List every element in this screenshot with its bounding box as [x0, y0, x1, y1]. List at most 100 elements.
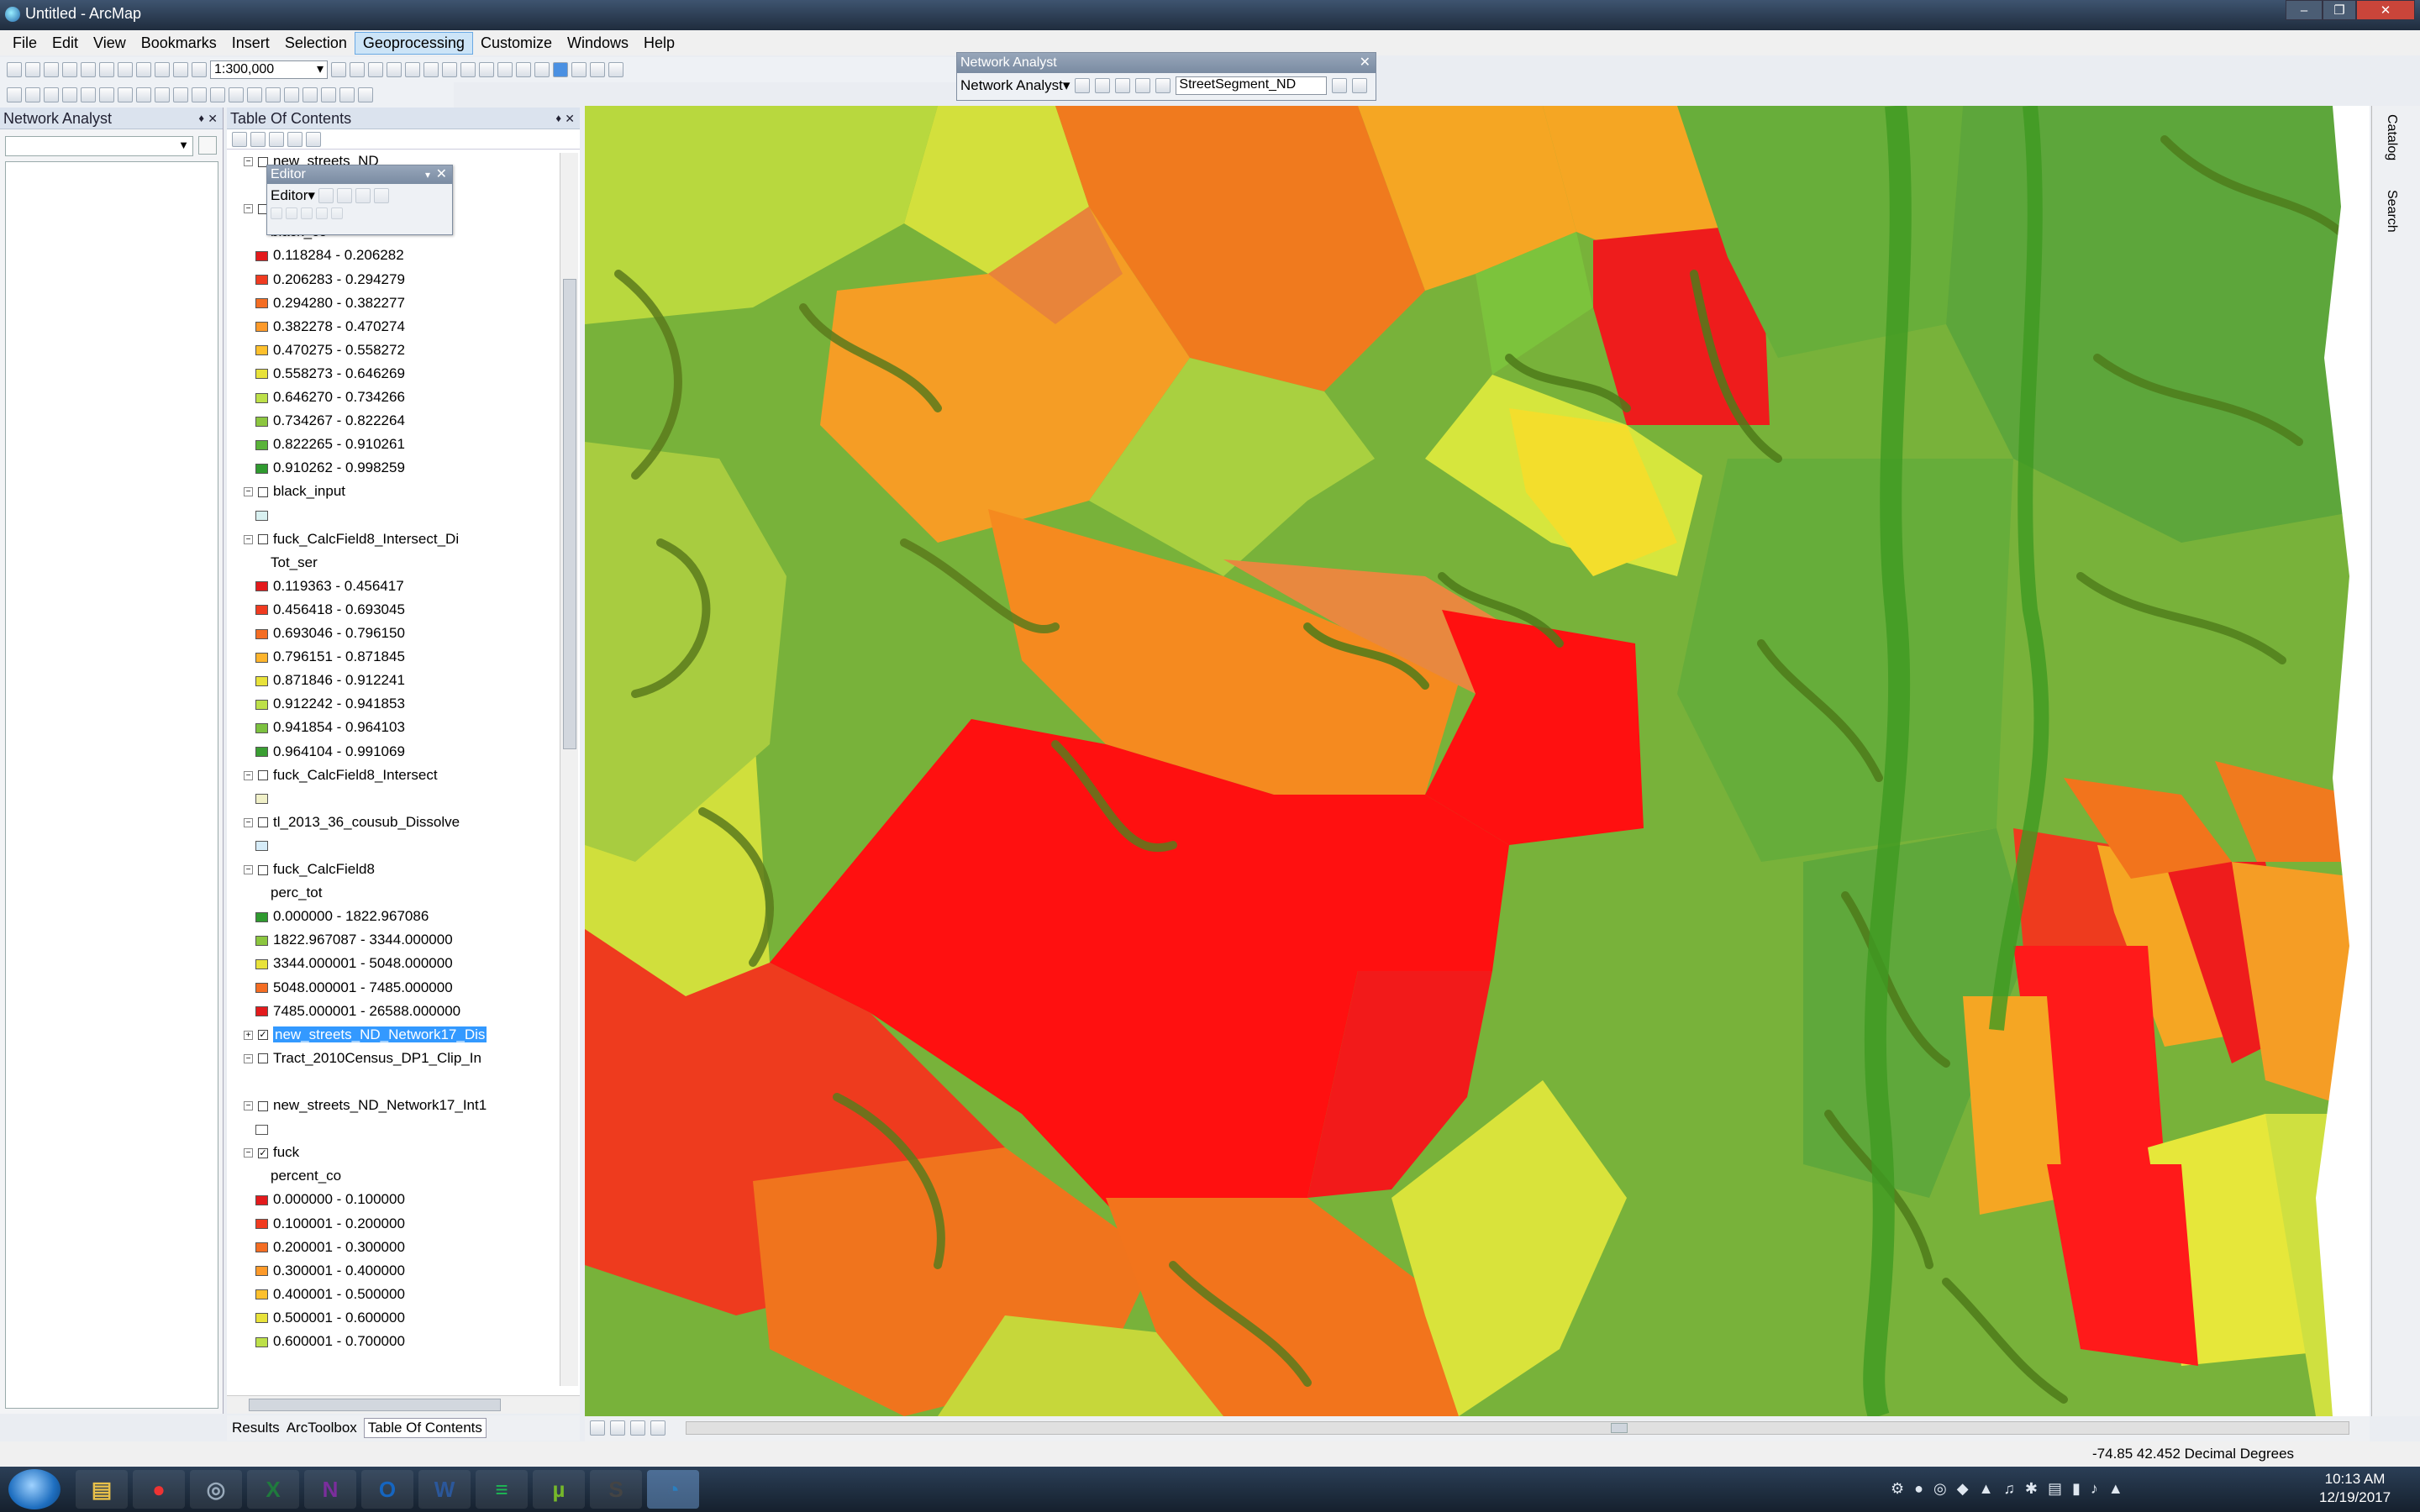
go-to-xy-icon[interactable] — [321, 87, 336, 102]
maximize-button[interactable]: ❐ — [2323, 0, 2356, 20]
layer-visibility-checkbox[interactable] — [258, 864, 268, 875]
legend-swatch[interactable] — [255, 322, 268, 333]
legend-class[interactable]: 0.693046 - 0.796150 — [255, 622, 405, 645]
legend-swatch[interactable] — [255, 841, 268, 852]
toc-vertical-scrollbar[interactable] — [560, 153, 578, 1386]
network-analyst-menu[interactable]: Network Analyst▾ — [960, 77, 1070, 94]
clock[interactable]: 10:13 AM 12/19/2017 — [2319, 1470, 2391, 1507]
taskbar-spotify-icon[interactable]: ≡ — [476, 1470, 528, 1509]
toc-layer-list[interactable]: −new_streets_NDEdges−black_coblack_co0.1… — [227, 153, 556, 1386]
collapse-icon[interactable]: − — [244, 817, 253, 827]
trace-icon[interactable] — [479, 62, 494, 77]
menu-view[interactable]: View — [86, 33, 134, 54]
viewer-icon[interactable] — [358, 87, 373, 102]
data-view-icon[interactable] — [590, 1420, 605, 1436]
layer-visibility-checkbox[interactable] — [258, 770, 268, 781]
legend-class[interactable] — [255, 504, 273, 528]
identify-icon[interactable] — [210, 87, 225, 102]
legend-class[interactable]: 0.796151 - 0.871845 — [255, 645, 405, 669]
legend-swatch[interactable] — [255, 392, 268, 403]
taskbar-onenote-icon[interactable]: N — [304, 1470, 356, 1509]
collapse-icon[interactable]: − — [244, 534, 253, 544]
taskbar-explorer-icon[interactable]: ▤ — [76, 1470, 128, 1509]
end-point-arc-icon[interactable] — [373, 188, 389, 203]
cut-icon[interactable] — [81, 62, 96, 77]
editor-toolbar-titlebar[interactable]: Editor ▾ ✕ — [267, 165, 452, 184]
network-icon[interactable]: ▤ — [2048, 1480, 2062, 1498]
scrollbar-thumb[interactable] — [1611, 1423, 1628, 1433]
pin-icon[interactable]: ♦ — [555, 108, 561, 129]
spotify-tray-icon[interactable]: ♫ — [2003, 1480, 2015, 1498]
search-tab[interactable]: Search — [2384, 190, 2399, 233]
legend-class[interactable]: 0.456418 - 0.693045 — [255, 598, 405, 622]
legend-class[interactable]: 3344.000001 - 5048.000000 — [255, 952, 453, 975]
toc-layer[interactable]: − tl_2013_36_cousub_Dissolve — [244, 811, 460, 834]
legend-swatch[interactable] — [255, 699, 268, 710]
legend-swatch[interactable] — [255, 1219, 268, 1230]
taskbar-utorrent-icon[interactable]: µ — [533, 1470, 585, 1509]
attributes-icon[interactable] — [301, 207, 313, 219]
new-route-icon[interactable] — [1095, 78, 1111, 93]
find-route-icon[interactable] — [302, 87, 318, 102]
snap-icon[interactable] — [460, 62, 476, 77]
full-extent-icon[interactable] — [62, 87, 77, 102]
legend-swatch[interactable] — [255, 628, 268, 639]
legend-class[interactable]: 5048.000001 - 7485.000000 — [255, 976, 453, 1000]
layer-visibility-checkbox[interactable] — [258, 817, 268, 828]
collapse-icon[interactable]: − — [244, 865, 253, 875]
legend-swatch[interactable] — [255, 652, 268, 663]
menu-customize[interactable]: Customize — [473, 33, 560, 54]
toc-layer[interactable]: − Tract_2010Census_DP1_Clip_In — [244, 1047, 481, 1070]
legend-class[interactable]: 7485.000001 - 26588.000000 — [255, 1000, 460, 1023]
legend-class[interactable]: 0.382278 - 0.470274 — [255, 315, 405, 339]
menu-file[interactable]: File — [5, 33, 45, 54]
layout-icon[interactable] — [534, 62, 550, 77]
directions-icon[interactable] — [1352, 78, 1368, 93]
legend-class[interactable] — [255, 1117, 273, 1141]
legend-class[interactable]: 0.206283 - 0.294279 — [255, 268, 405, 291]
new-icon[interactable] — [7, 62, 22, 77]
edit-tool-icon[interactable] — [318, 188, 334, 203]
map-horizontal-scrollbar[interactable] — [585, 1416, 2370, 1441]
model-builder-icon[interactable] — [442, 62, 457, 77]
legend-class[interactable]: 0.118284 - 0.206282 — [255, 244, 404, 267]
legend-class[interactable]: 0.734267 - 0.822264 — [255, 409, 405, 433]
antivirus-icon[interactable]: ▲ — [1979, 1480, 1994, 1498]
legend-class[interactable]: 0.294280 - 0.382277 — [255, 291, 405, 315]
legend-swatch[interactable] — [255, 747, 268, 758]
toc-options-icon[interactable] — [306, 131, 321, 147]
paste-icon[interactable] — [118, 62, 133, 77]
legend-swatch[interactable] — [255, 345, 268, 356]
legend-swatch[interactable] — [255, 275, 268, 286]
taskbar-chrome-icon[interactable]: ● — [133, 1470, 185, 1509]
close-icon[interactable]: ✕ — [208, 108, 218, 129]
legend-class[interactable]: 0.558273 - 0.646269 — [255, 362, 405, 386]
legend-swatch[interactable] — [255, 983, 268, 994]
legend-swatch[interactable] — [255, 605, 268, 616]
table-icon[interactable] — [350, 62, 365, 77]
legend-swatch[interactable] — [255, 416, 268, 427]
legend-class[interactable]: 0.912242 - 0.941853 — [255, 692, 405, 716]
create-features-icon[interactable] — [331, 207, 343, 219]
analysis-layer-select[interactable]: ▼ — [5, 136, 193, 156]
map-canvas[interactable] — [585, 106, 2370, 1416]
legend-class[interactable]: 0.000000 - 0.100000 — [255, 1188, 405, 1211]
zoom-in-icon[interactable] — [7, 87, 22, 102]
collapse-icon[interactable]: − — [244, 1148, 253, 1158]
labeling-icon[interactable] — [590, 62, 605, 77]
html-popup-icon[interactable] — [247, 87, 262, 102]
legend-class[interactable]: 0.964104 - 0.991069 — [255, 740, 405, 764]
zoom-out-icon[interactable] — [25, 87, 40, 102]
topology-icon[interactable] — [497, 62, 513, 77]
steam-tray-icon[interactable]: ◎ — [1933, 1480, 1947, 1498]
copy-icon[interactable] — [99, 62, 114, 77]
build-network-icon[interactable] — [1332, 78, 1348, 93]
legend-swatch[interactable] — [255, 1006, 268, 1017]
collapse-icon[interactable]: − — [244, 487, 253, 497]
legend-class[interactable]: 0.822265 - 0.910261 — [255, 433, 405, 456]
edit-vertices-icon[interactable] — [516, 62, 531, 77]
sketch-properties-icon[interactable] — [316, 207, 328, 219]
draw-icon[interactable] — [608, 62, 623, 77]
forward-extent-icon[interactable] — [136, 87, 151, 102]
scrollbar-thumb[interactable] — [249, 1399, 501, 1411]
